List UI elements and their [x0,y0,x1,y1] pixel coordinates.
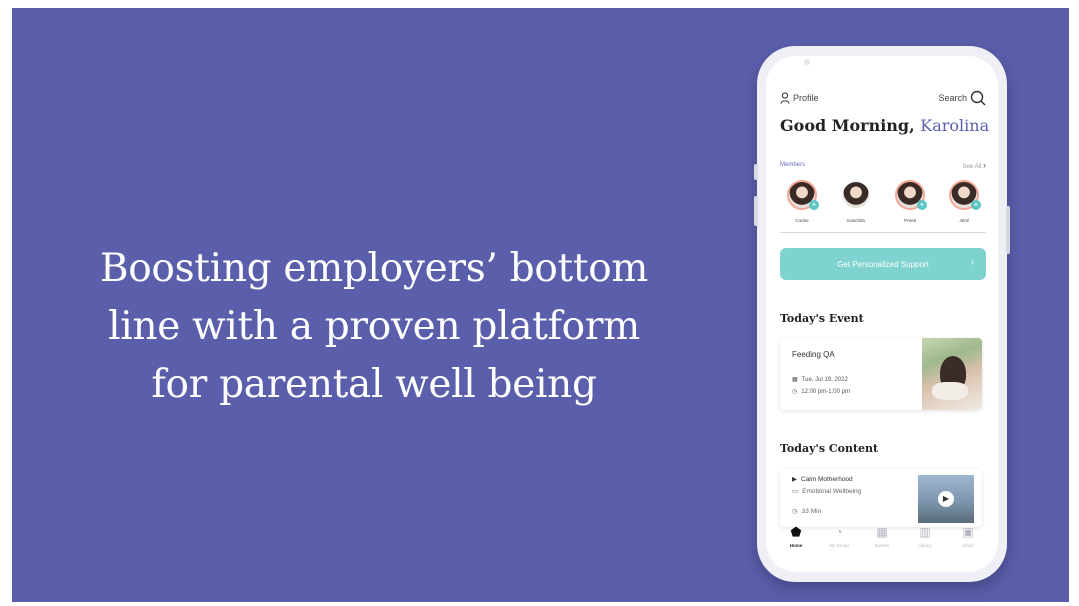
plus-icon: + [809,200,819,210]
headline-line-1: Boosting employers’ bottom [99,246,649,291]
headline: Boosting employers’ bottom line with a p… [34,240,714,414]
content-category-row: ▭ Emotional Wellbeing [792,487,862,496]
content-duration: 33 Min [801,507,822,515]
clock-icon: ◷ [792,389,798,395]
tab-inbox[interactable]: ▣ Inbox [948,524,988,564]
headline-line-2: line with a proven platform [108,304,640,349]
avatar: + [787,180,819,210]
tab-my-group[interactable]: ◔ My Group [819,524,859,564]
event-card[interactable]: Feeding QA ▦ Tue, Jul 19, 2022 ◷ 12:00 p… [780,338,982,410]
calendar-icon: ▦ [792,377,798,383]
bottom-tab-bar: ⬟ Home ◔ My Group ▦ Events ▥ Library ▣ I… [776,524,988,564]
search-label: Search [938,93,967,103]
greeting: Good Morning, Karolina [780,116,989,135]
phone-mockup: Profile Search Good Morning, Karolina Me… [754,46,1010,582]
see-all-link[interactable]: See All › [963,160,986,170]
todays-content-title: Today's Content [780,442,879,455]
tab-label: Inbox [962,543,974,548]
chevron-right-icon: › [983,160,986,170]
profile-button[interactable]: Profile [780,92,819,104]
baby-figure [932,382,968,400]
content-card[interactable]: ▶ Calm Motherhood ▭ Emotional Wellbeing … [780,469,982,527]
plus-icon: + [971,200,981,210]
member-item[interactable]: Kanchita [834,180,878,223]
event-date: Tue, Jul 19, 2022 [801,376,848,383]
member-item[interactable]: + Corine [780,180,824,223]
tag-icon: ▭ [792,488,799,495]
chevron-right-icon: › [970,257,974,268]
camera-dot [804,59,810,65]
app-screen: Profile Search Good Morning, Karolina Me… [766,56,998,572]
member-item[interactable]: + Jenil [942,180,986,223]
event-time-row: ◷ 12:00 pm-1:00 pm [792,388,850,396]
phone-side-button [754,196,758,226]
event-time: 12:00 pm-1:00 pm [801,388,850,395]
tab-events[interactable]: ▦ Events [862,524,902,564]
avatar: + [895,180,927,210]
search-button[interactable]: Search [938,90,986,106]
tab-label: Library [918,543,932,548]
members-heading: Members [780,162,806,168]
support-button-label: Get Personalized Support [837,259,929,269]
play-icon[interactable]: ▶ [938,491,954,507]
todays-event-title: Today's Event [780,312,864,325]
content-item-title: Calm Motherhood [801,475,853,483]
inbox-icon: ▣ [962,525,974,539]
event-image [922,338,982,410]
tab-home[interactable]: ⬟ Home [776,524,816,564]
event-name: Feeding QA [792,350,835,359]
content-title-row: ▶ Calm Motherhood [792,475,853,484]
members-list: + Corine Kanchita + Preeti + Jenil [780,180,986,223]
see-all-label: See All [962,164,982,170]
content-category: Emotional Wellbeing [802,487,862,495]
content-duration-row: ◷ 33 Min [792,507,822,516]
phone-power-button [1006,206,1010,254]
tab-label: Events [875,543,889,548]
calendar-icon: ▦ [876,525,888,539]
clock-icon: ◷ [792,508,798,515]
app-topbar: Profile Search [780,90,986,108]
tab-library[interactable]: ▥ Library [905,524,945,564]
greeting-prefix: Good Morning, [780,116,915,135]
avatar: + [949,180,981,210]
members-header: Members See All › [780,160,986,170]
tab-label: My Group [829,543,849,548]
greeting-name: Karolina [920,116,990,135]
play-small-icon: ▶ [792,476,797,483]
event-date-row: ▦ Tue, Jul 19, 2022 [792,376,848,384]
search-icon [970,90,986,106]
group-icon: ◔ [835,525,843,539]
headline-line-3: for parental well being [151,362,597,407]
plus-icon: + [917,200,927,210]
member-name: Kanchita [847,218,865,223]
person-icon [780,92,790,104]
video-thumbnail[interactable]: ▶ [918,475,974,523]
map-icon: ▥ [919,525,931,539]
get-support-button[interactable]: Get Personalized Support › [780,248,986,280]
phone-side-button [754,164,758,180]
avatar [841,180,871,210]
member-name: Preeti [904,218,916,223]
home-icon: ⬟ [790,525,802,539]
member-name: Jenil [959,218,969,223]
member-name: Corine [795,218,809,223]
divider [780,232,986,233]
tab-label: Home [789,543,803,548]
member-item[interactable]: + Preeti [888,180,932,223]
profile-label: Profile [793,93,819,103]
